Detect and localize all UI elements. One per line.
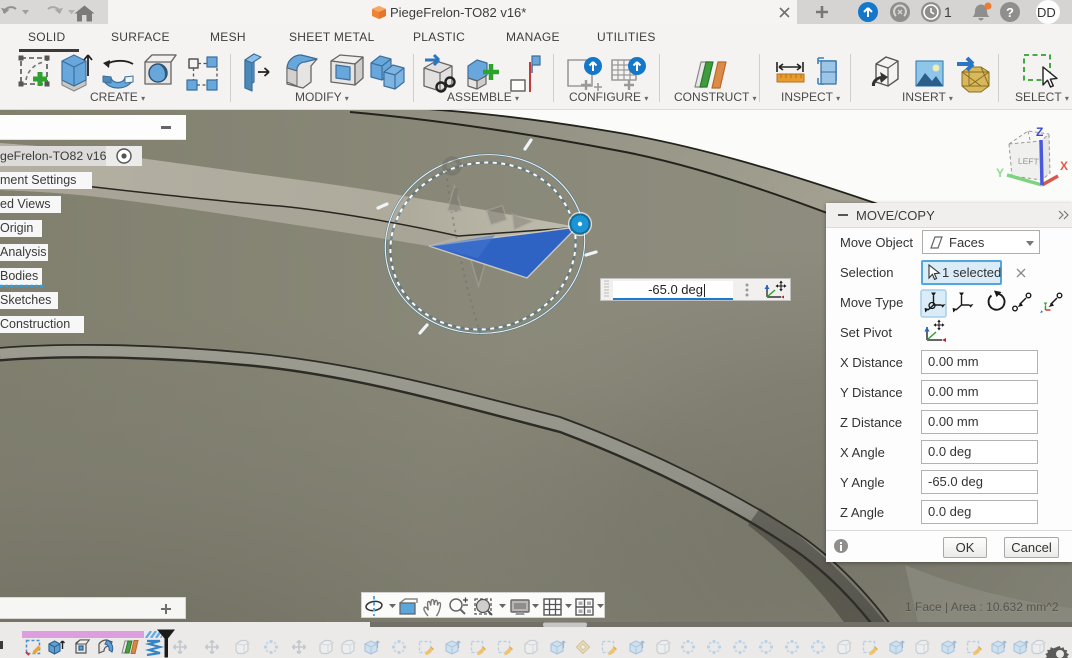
svg-text:?: ? [1006,5,1014,20]
svg-text:1: 1 [944,4,952,20]
svg-text:X: X [1060,159,1068,173]
svg-text:LEFT: LEFT [1018,156,1039,167]
svg-text:Z: Z [1036,125,1043,139]
svg-text:Y: Y [996,166,1004,180]
svg-text:DD: DD [1037,5,1056,20]
